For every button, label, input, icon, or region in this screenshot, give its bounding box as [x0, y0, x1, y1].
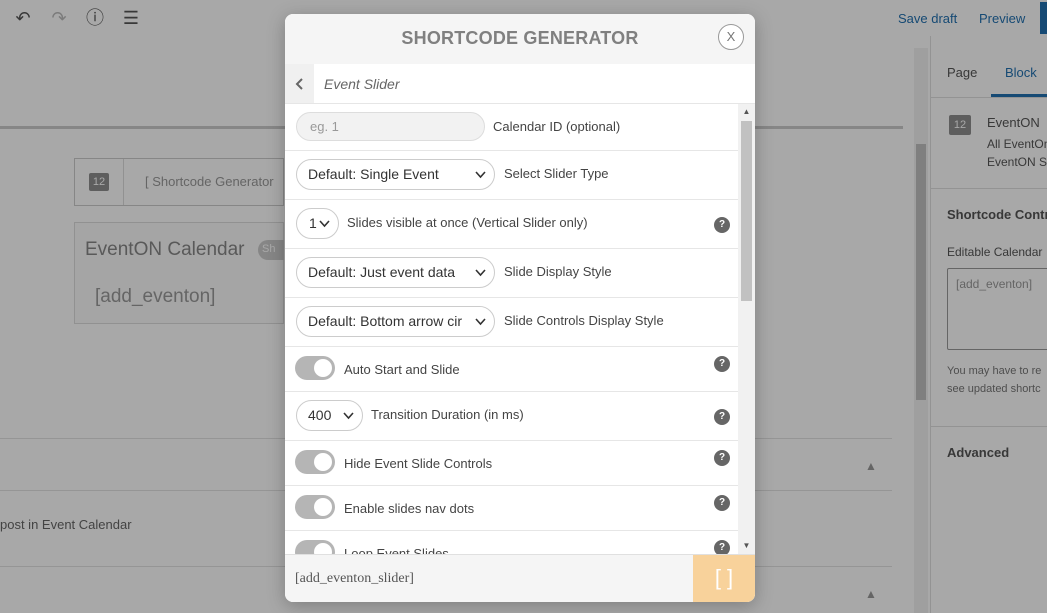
help-icon[interactable]: ? — [714, 217, 730, 233]
modal-scroll-thumb[interactable] — [741, 121, 752, 301]
slide-controls-value: Default: Bottom arrow cir — [308, 313, 463, 329]
slide-display-label: Slide Display Style — [504, 264, 612, 279]
slides-visible-label: Slides visible at once (Vertical Slider … — [347, 215, 588, 230]
close-button[interactable]: X — [718, 24, 744, 50]
slide-display-select[interactable]: Default: Just event data — [296, 257, 495, 288]
breadcrumb-label: Event Slider — [324, 76, 400, 92]
option-loop: Loop Event Slides ? — [285, 531, 738, 554]
shortcode-output: [add_eventon_slider] — [295, 571, 414, 586]
chevron-down-icon — [319, 209, 330, 228]
help-icon[interactable]: ? — [714, 495, 730, 511]
options-list: eg. 1 Calendar ID (optional) Default: Si… — [285, 104, 755, 554]
loop-label: Loop Event Slides — [344, 546, 449, 554]
slider-type-label: Select Slider Type — [504, 166, 609, 181]
scroll-up-icon[interactable]: ▲ — [738, 105, 755, 119]
breadcrumb: Event Slider — [285, 64, 755, 104]
hide-controls-label: Hide Event Slide Controls — [344, 456, 493, 471]
modal-footer: [add_eventon_slider] [ ] — [285, 554, 755, 602]
chevron-down-icon — [473, 307, 486, 326]
modal-scrollbar[interactable]: ▲ ▼ — [738, 104, 755, 554]
copy-shortcode-button[interactable]: [ ] — [693, 555, 755, 602]
toggle-knob — [314, 498, 332, 516]
transition-label: Transition Duration (in ms) — [371, 407, 524, 422]
slides-visible-value: 1 — [309, 215, 317, 231]
help-icon[interactable]: ? — [714, 356, 730, 372]
slider-type-value: Default: Single Event — [308, 166, 439, 182]
option-slide-controls: Default: Bottom arrow cir Slide Controls… — [285, 298, 738, 347]
chevron-down-icon — [475, 258, 486, 277]
option-slider-type: Default: Single Event Select Slider Type — [285, 151, 738, 200]
back-button[interactable] — [285, 64, 314, 103]
slide-display-value: Default: Just event data — [308, 264, 456, 280]
transition-value: 400 — [308, 407, 332, 423]
loop-toggle[interactable] — [295, 540, 335, 554]
toggle-knob — [314, 359, 332, 377]
option-transition: 400 Transition Duration (in ms) ? — [285, 392, 738, 441]
auto-start-label: Auto Start and Slide — [344, 362, 460, 377]
nav-dots-label: Enable slides nav dots — [344, 501, 475, 516]
calendar-id-label: Calendar ID (optional) — [493, 119, 621, 134]
option-auto-start: Auto Start and Slide ? — [285, 347, 738, 392]
hide-controls-toggle[interactable] — [295, 450, 335, 474]
toggle-knob — [314, 543, 332, 554]
help-icon[interactable]: ? — [714, 450, 730, 466]
toggle-knob — [314, 453, 332, 471]
option-nav-dots: Enable slides nav dots ? — [285, 486, 738, 531]
option-calendar-id: eg. 1 Calendar ID (optional) — [285, 104, 738, 151]
modal-title: SHORTCODE GENERATOR — [401, 28, 639, 48]
option-hide-controls: Hide Event Slide Controls ? — [285, 441, 738, 486]
auto-start-toggle[interactable] — [295, 356, 335, 380]
chevron-down-icon — [475, 160, 486, 179]
nav-dots-toggle[interactable] — [295, 495, 335, 519]
slider-type-select[interactable]: Default: Single Event — [296, 159, 495, 190]
calendar-id-input[interactable]: eg. 1 — [296, 112, 485, 141]
chevron-down-icon — [343, 401, 354, 420]
chevron-left-icon — [295, 78, 303, 90]
slides-visible-select[interactable]: 1 — [296, 208, 339, 239]
help-icon[interactable]: ? — [714, 540, 730, 554]
modal-header: SHORTCODE GENERATOR X — [285, 14, 755, 64]
shortcode-generator-modal: SHORTCODE GENERATOR X Event Slider eg. 1… — [285, 14, 755, 602]
option-slide-display: Default: Just event data Slide Display S… — [285, 249, 738, 298]
slide-controls-label: Slide Controls Display Style — [504, 313, 664, 328]
help-icon[interactable]: ? — [714, 409, 730, 425]
option-slides-visible: 1 Slides visible at once (Vertical Slide… — [285, 200, 738, 249]
transition-select[interactable]: 400 — [296, 400, 363, 431]
slide-controls-select[interactable]: Default: Bottom arrow cir — [296, 306, 495, 337]
scroll-down-icon[interactable]: ▼ — [738, 539, 755, 553]
